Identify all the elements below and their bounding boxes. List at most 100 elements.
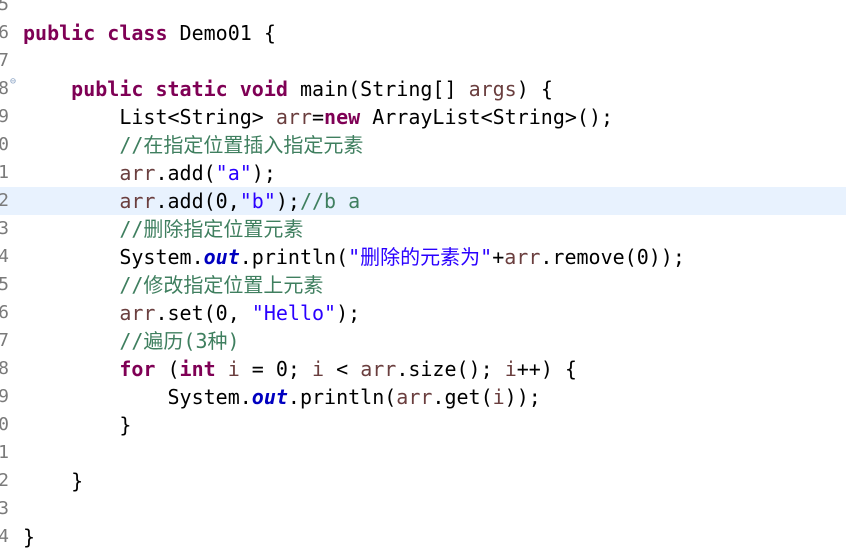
code-token: Demo01 { (167, 21, 276, 45)
code-line[interactable]: 4 System.out.println("删除的元素为"+arr.remove… (0, 243, 846, 271)
code-token: static (155, 77, 228, 101)
code-token: } (23, 469, 84, 493)
code-text: System.out.println("删除的元素为"+arr.remove(0… (23, 243, 685, 271)
code-token: public (71, 77, 144, 101)
line-number-gutter: 6 (0, 299, 14, 327)
code-line[interactable]: 8 for (int i = 0; i < arr.size(); i++) { (0, 355, 846, 383)
code-line[interactable]: 7 //遍历(3种) (0, 327, 846, 355)
code-token: .add(0, (155, 189, 240, 213)
code-text: } (23, 523, 35, 551)
code-line[interactable]: 1 arr.add("a"); (0, 159, 846, 187)
code-token: int (179, 357, 216, 381)
code-line[interactable]: 0 //在指定位置插入指定元素 (0, 131, 846, 159)
line-number-gutter: 1 (0, 159, 14, 187)
code-text: arr.add("a"); (23, 159, 276, 187)
code-text: System.out.println(arr.get(i)); (23, 383, 541, 411)
code-line[interactable]: 5 //修改指定位置上元素 (0, 271, 846, 299)
code-line[interactable]: 3 //删除指定位置元素 (0, 215, 846, 243)
line-number-gutter: 8 (0, 355, 14, 383)
code-token: "Hello" (251, 301, 337, 325)
code-line[interactable]: 1 (0, 439, 846, 467)
line-number: 8 (0, 78, 9, 99)
code-token: = 0; (239, 357, 313, 381)
code-token: } (23, 525, 36, 549)
line-number: 2 (0, 470, 9, 491)
line-number: 4 (0, 246, 9, 267)
line-number: 0 (0, 134, 9, 155)
code-token: arr (119, 161, 156, 185)
code-token: = (312, 105, 325, 129)
line-number: 6 (0, 302, 9, 323)
line-number: 9 (0, 386, 9, 407)
code-line[interactable]: 9 List<String> arr=new ArrayList<String>… (0, 103, 846, 131)
code-token: + (492, 245, 505, 269)
line-number-gutter: 3 (0, 495, 14, 523)
line-number-gutter: 9 (0, 383, 14, 411)
code-text: public static void main(String[] args) { (23, 75, 553, 103)
code-text: //遍历(3种) (23, 327, 239, 355)
line-number-gutter: 7 (0, 327, 14, 355)
line-number-gutter: 8 (0, 75, 14, 103)
line-number: 6 (0, 22, 9, 43)
code-token: ); (251, 161, 276, 185)
code-line[interactable]: 9 System.out.println(arr.get(i)); (0, 383, 846, 411)
line-number: 9 (0, 106, 9, 127)
code-line[interactable]: ⊖ 8 public static void main(String[] args… (0, 75, 846, 103)
code-editor[interactable]: 5 6 public class Demo01 {7 ⊖ 8 public static… (0, 0, 846, 550)
code-line[interactable]: 0 } (0, 411, 846, 439)
code-text: for (int i = 0; i < arr.size(); i++) { (23, 355, 577, 383)
code-text: //删除指定位置元素 (23, 215, 303, 243)
code-line[interactable]: 7 (0, 47, 846, 75)
line-number: 1 (0, 162, 9, 183)
code-token: System. (23, 385, 252, 409)
line-number-gutter: 4 (0, 523, 14, 551)
code-token: main(String[] (287, 77, 469, 101)
code-token: //删除指定位置元素 (119, 217, 304, 241)
code-token: ++) { (516, 357, 577, 381)
code-token: //修改指定位置上元素 (119, 273, 324, 297)
line-number-gutter: 0 (0, 131, 14, 159)
code-token: class (107, 21, 168, 45)
code-line[interactable]: 6 arr.set(0, "Hello"); (0, 299, 846, 327)
code-token: out (203, 245, 240, 269)
code-token: for (119, 357, 156, 381)
code-text: arr.add(0,"b");//b a (23, 187, 360, 215)
line-number-gutter: 0 (0, 411, 14, 439)
code-line[interactable]: 3 (0, 495, 846, 523)
code-token: } (23, 413, 132, 437)
code-text: List<String> arr=new ArrayList<String>()… (23, 103, 613, 131)
code-token: )); (504, 385, 541, 409)
code-line[interactable]: 5 (0, 0, 846, 19)
line-number: 3 (0, 498, 9, 519)
code-text: //修改指定位置上元素 (23, 271, 323, 299)
line-number: 2 (0, 190, 9, 211)
code-token: System. (23, 245, 204, 269)
code-token: public (23, 21, 96, 45)
code-token: i (312, 357, 325, 381)
code-token: < (324, 357, 361, 381)
line-number-gutter: 2 (0, 187, 14, 215)
code-line[interactable]: 2 } (0, 467, 846, 495)
line-number-gutter: 9 (0, 103, 14, 131)
code-token: arr (504, 245, 541, 269)
line-number: 5 (0, 274, 9, 295)
code-line[interactable]: 2 arr.add(0,"b");//b a (0, 187, 846, 215)
code-line[interactable]: 4} (0, 523, 846, 551)
line-number: 0 (0, 414, 9, 435)
code-token: ); (336, 301, 361, 325)
line-number-gutter: 7 (0, 47, 14, 75)
code-line[interactable]: 6 public class Demo01 { (0, 19, 846, 47)
line-number: 1 (0, 442, 9, 463)
code-token: i (227, 357, 240, 381)
